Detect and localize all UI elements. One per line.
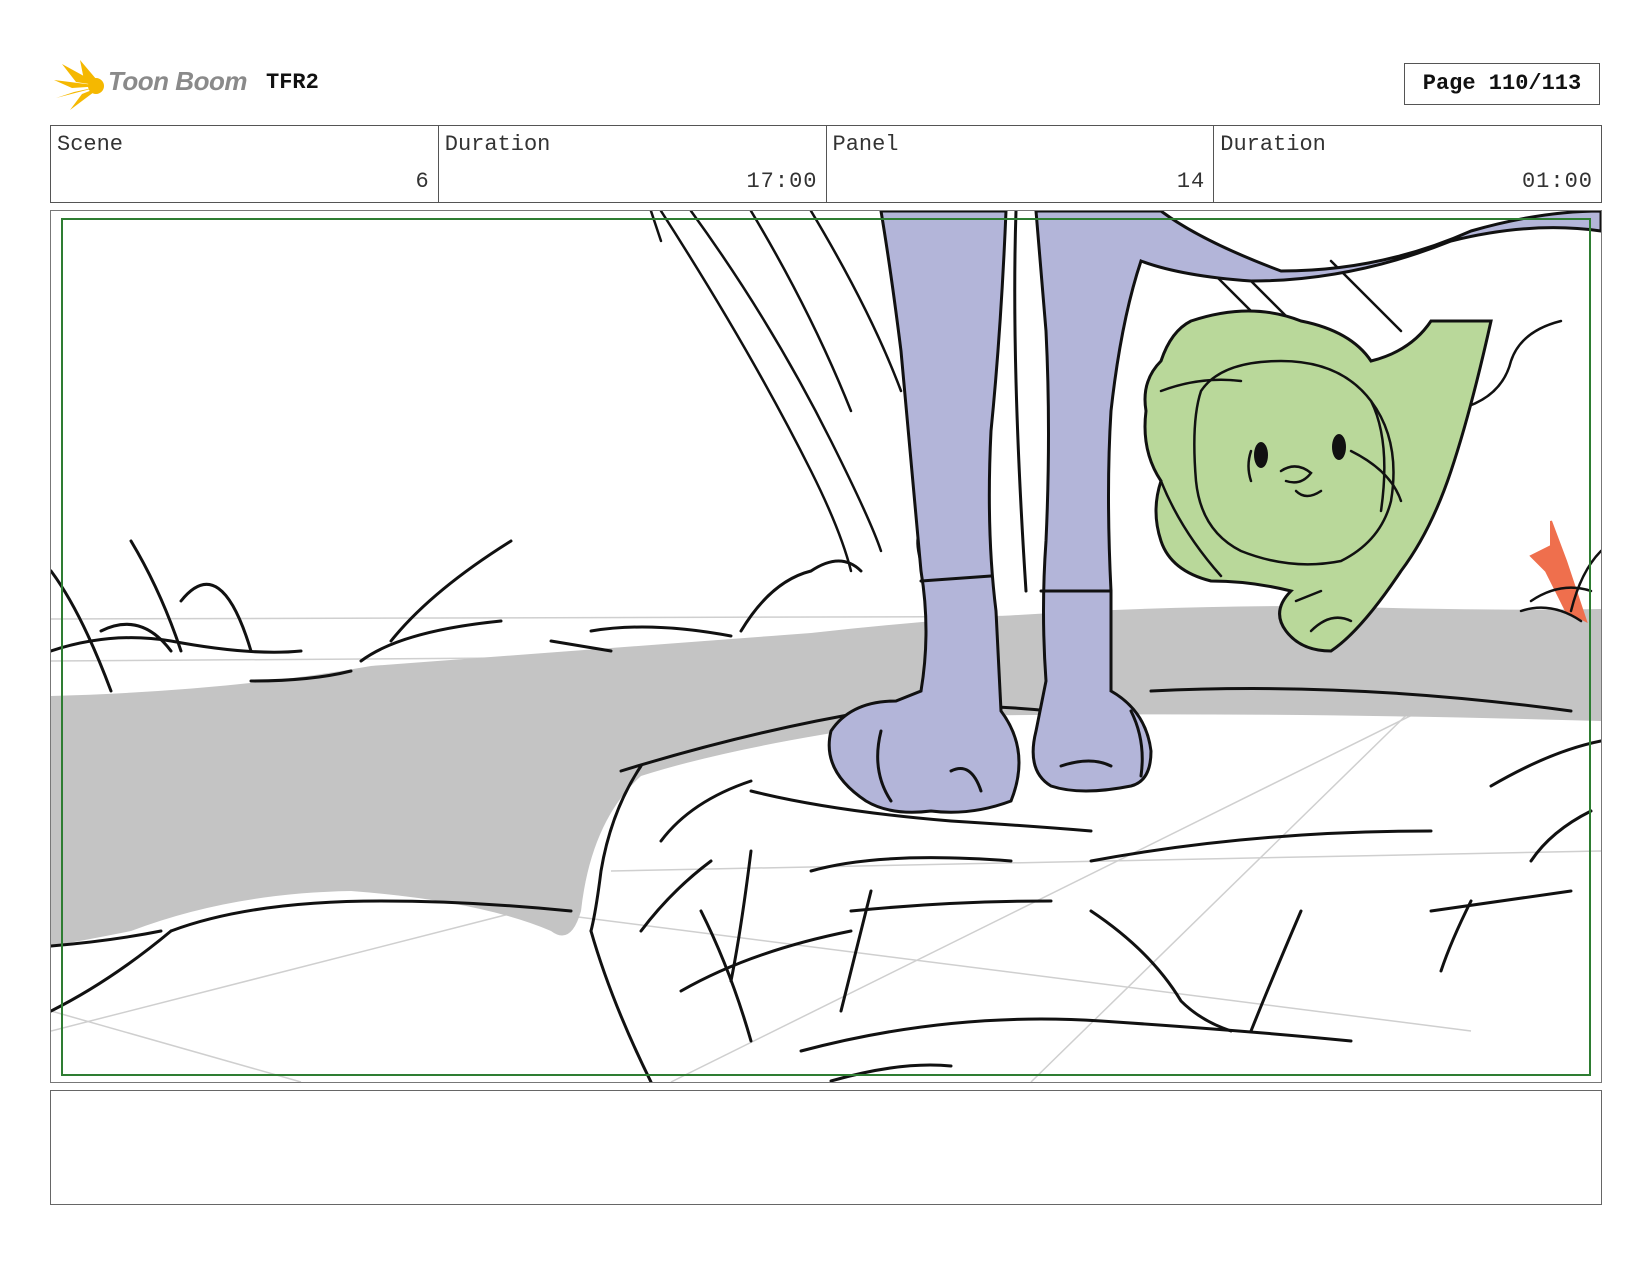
panel-notes-box	[50, 1090, 1602, 1205]
panel-drawing	[51, 211, 1601, 1082]
toon-boom-logo: Toon Boom	[52, 58, 252, 112]
brand-name: Toon Boom	[108, 66, 247, 96]
scene-duration-label: Duration	[444, 132, 551, 157]
panel-cell: Panel 14	[827, 126, 1215, 202]
scene-value: 6	[415, 169, 430, 194]
project-code: TFR2	[266, 70, 319, 95]
scene-duration-cell: Duration 17:00	[439, 126, 827, 202]
panel-duration-value: 01:00	[1521, 169, 1593, 194]
scene-cell: Scene 6	[51, 126, 439, 202]
page-number: Page 110/113	[1404, 63, 1600, 105]
ground-band	[51, 606, 1601, 946]
eye-left	[1254, 442, 1268, 468]
panel-duration-label: Duration	[1220, 132, 1326, 157]
sunburst-icon	[54, 60, 104, 110]
panel-label: Panel	[832, 132, 899, 157]
eye-right	[1332, 434, 1346, 460]
panel-value: 14	[1176, 169, 1206, 194]
panel-duration-cell: Duration 01:00	[1214, 126, 1601, 202]
scene-label: Scene	[57, 132, 124, 157]
scene-duration-value: 17:00	[746, 169, 818, 194]
scene-info-bar: Scene 6 Duration 17:00 Panel 14 Duration…	[50, 125, 1602, 203]
orange-sprout	[1529, 520, 1588, 623]
green-character	[1143, 309, 1493, 653]
storyboard-panel	[50, 210, 1602, 1083]
